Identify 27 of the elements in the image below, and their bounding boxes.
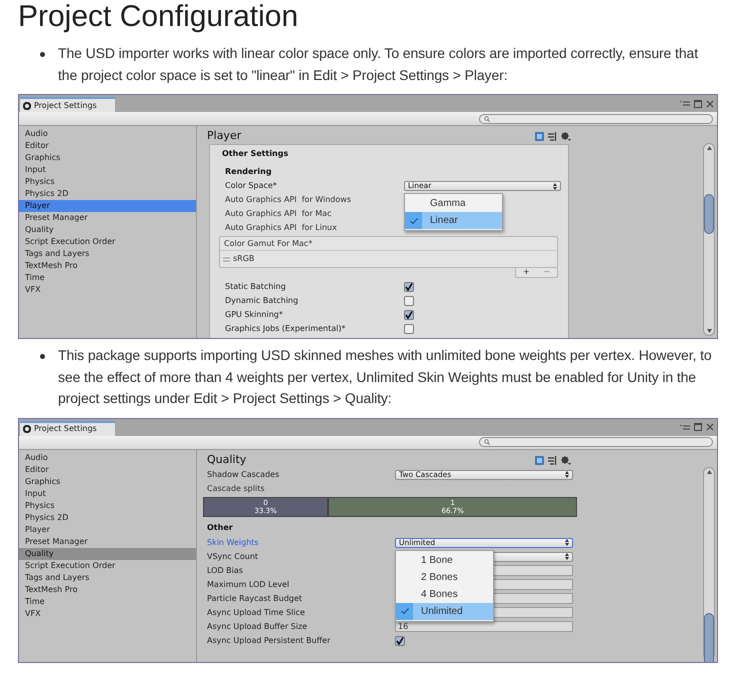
setting-label: Skin Weights — [207, 536, 260, 548]
setting-label: Graphics Jobs (Experimental)* — [225, 323, 347, 335]
setting-label: Async Upload Persistent Buffer — [207, 634, 332, 646]
setting-label: Async Upload Buffer Size — [207, 620, 308, 632]
page-heading: Project Configuration — [18, 0, 300, 35]
bullet-text: This package supports importing USD skinned meshes with unlimited bone weights per vertex. However, to see the effect of more than 4 weights per vertex, Unlimited Skin Weights must be enabled for Unity in the project settings under Edit > Project Settings > Quality: — [58, 346, 713, 408]
setting-label: Async Upload Time Slice — [207, 606, 306, 618]
setting-label: VSync Count — [207, 550, 260, 562]
section-header: Rendering — [224, 166, 273, 178]
setting-label: GPU Skinning* — [225, 309, 284, 321]
setting-label: Static Batching — [225, 281, 287, 293]
setting-label: Particle Raycast Budget — [207, 592, 304, 604]
setting-label: Auto Graphics API for Linux — [225, 222, 337, 234]
section-header: Other — [207, 522, 234, 534]
panel-title: Quality — [207, 452, 246, 468]
panel-title: Player — [207, 128, 242, 144]
setting-label: Maximum LOD Level — [207, 578, 290, 590]
setting-label: Cascade splits — [207, 482, 264, 494]
section-header: Other Settings — [222, 148, 290, 160]
setting-label: Color Space* — [225, 180, 278, 192]
list-header: Color Gamut For Mac* — [220, 237, 557, 251]
setting-label: Auto Graphics API for Mac — [225, 208, 332, 220]
bullet-text: The USD importer works with linear color space only. To ensure colors are imported correctly, ensure that the project color space is set to "linear" in Edit > Project Settings > Player: — [58, 44, 699, 85]
setting-label: Shadow Cascades — [207, 468, 280, 480]
setting-label: Auto Graphics API for Windows — [225, 194, 351, 206]
setting-label: LOD Bias — [207, 564, 244, 576]
setting-label: Dynamic Batching — [225, 295, 300, 307]
